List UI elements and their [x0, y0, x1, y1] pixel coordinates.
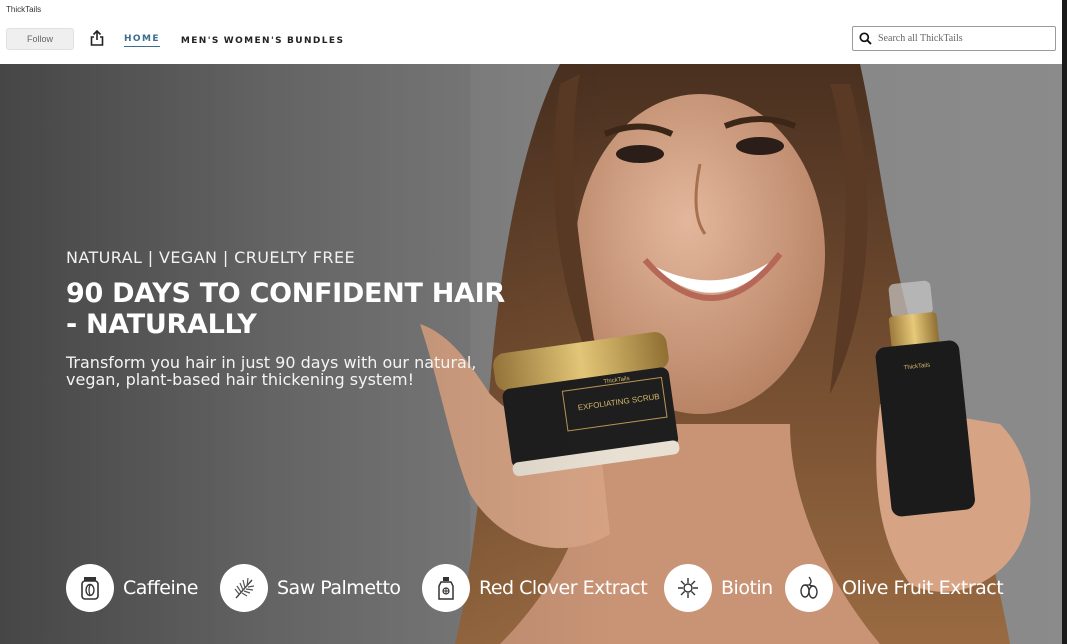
- biotin-icon: [664, 564, 712, 612]
- red-clover-icon: [422, 564, 470, 612]
- ingredient-label: Saw Palmetto: [277, 577, 401, 599]
- ingredient-list: Caffeine Saw Palmetto Red Clover Extract…: [66, 564, 1056, 614]
- hero-headline: 90 DAYS TO CONFIDENT HAIR - NATURALLY: [66, 278, 505, 340]
- nav-mens[interactable]: MEN'S: [181, 36, 220, 46]
- ingredient-label: Red Clover Extract: [479, 577, 648, 599]
- main-nav: HOME MEN'S WOMEN'S BUNDLES: [124, 34, 364, 47]
- hero-subtext: Transform you hair in just 90 days with …: [66, 353, 477, 389]
- ingredient-red-clover: Red Clover Extract: [422, 564, 648, 612]
- ingredient-caffeine: Caffeine: [66, 564, 199, 612]
- search-input[interactable]: [878, 33, 1048, 44]
- ingredient-olive-fruit: Olive Fruit Extract: [785, 564, 1004, 612]
- ingredient-label: Olive Fruit Extract: [842, 577, 1004, 599]
- follow-button[interactable]: Follow: [6, 28, 74, 50]
- caffeine-icon: [66, 564, 114, 612]
- hero-banner[interactable]: EXFOLIATING SCRUB ThickTails ThickTails …: [0, 64, 1067, 644]
- ingredient-label: Biotin: [721, 577, 773, 599]
- nav-home[interactable]: HOME: [124, 34, 160, 47]
- share-icon[interactable]: [88, 29, 106, 47]
- olive-fruit-icon: [785, 564, 833, 612]
- ingredient-biotin: Biotin: [664, 564, 773, 612]
- storefront-page: ThickTails Follow HOME MEN'S WOMEN'S BUN…: [0, 0, 1067, 644]
- window-edge: [1062, 0, 1067, 644]
- search-icon[interactable]: [859, 32, 872, 45]
- nav-bundles[interactable]: BUNDLES: [287, 36, 344, 46]
- search-box[interactable]: [852, 26, 1056, 51]
- saw-palmetto-icon: [220, 564, 268, 612]
- store-name[interactable]: ThickTails: [6, 5, 41, 14]
- hero-tagline: NATURAL | VEGAN | CRUELTY FREE: [66, 248, 355, 267]
- ingredient-label: Caffeine: [123, 577, 199, 599]
- ingredient-saw-palmetto: Saw Palmetto: [220, 564, 401, 612]
- nav-womens[interactable]: WOMEN'S: [224, 36, 283, 46]
